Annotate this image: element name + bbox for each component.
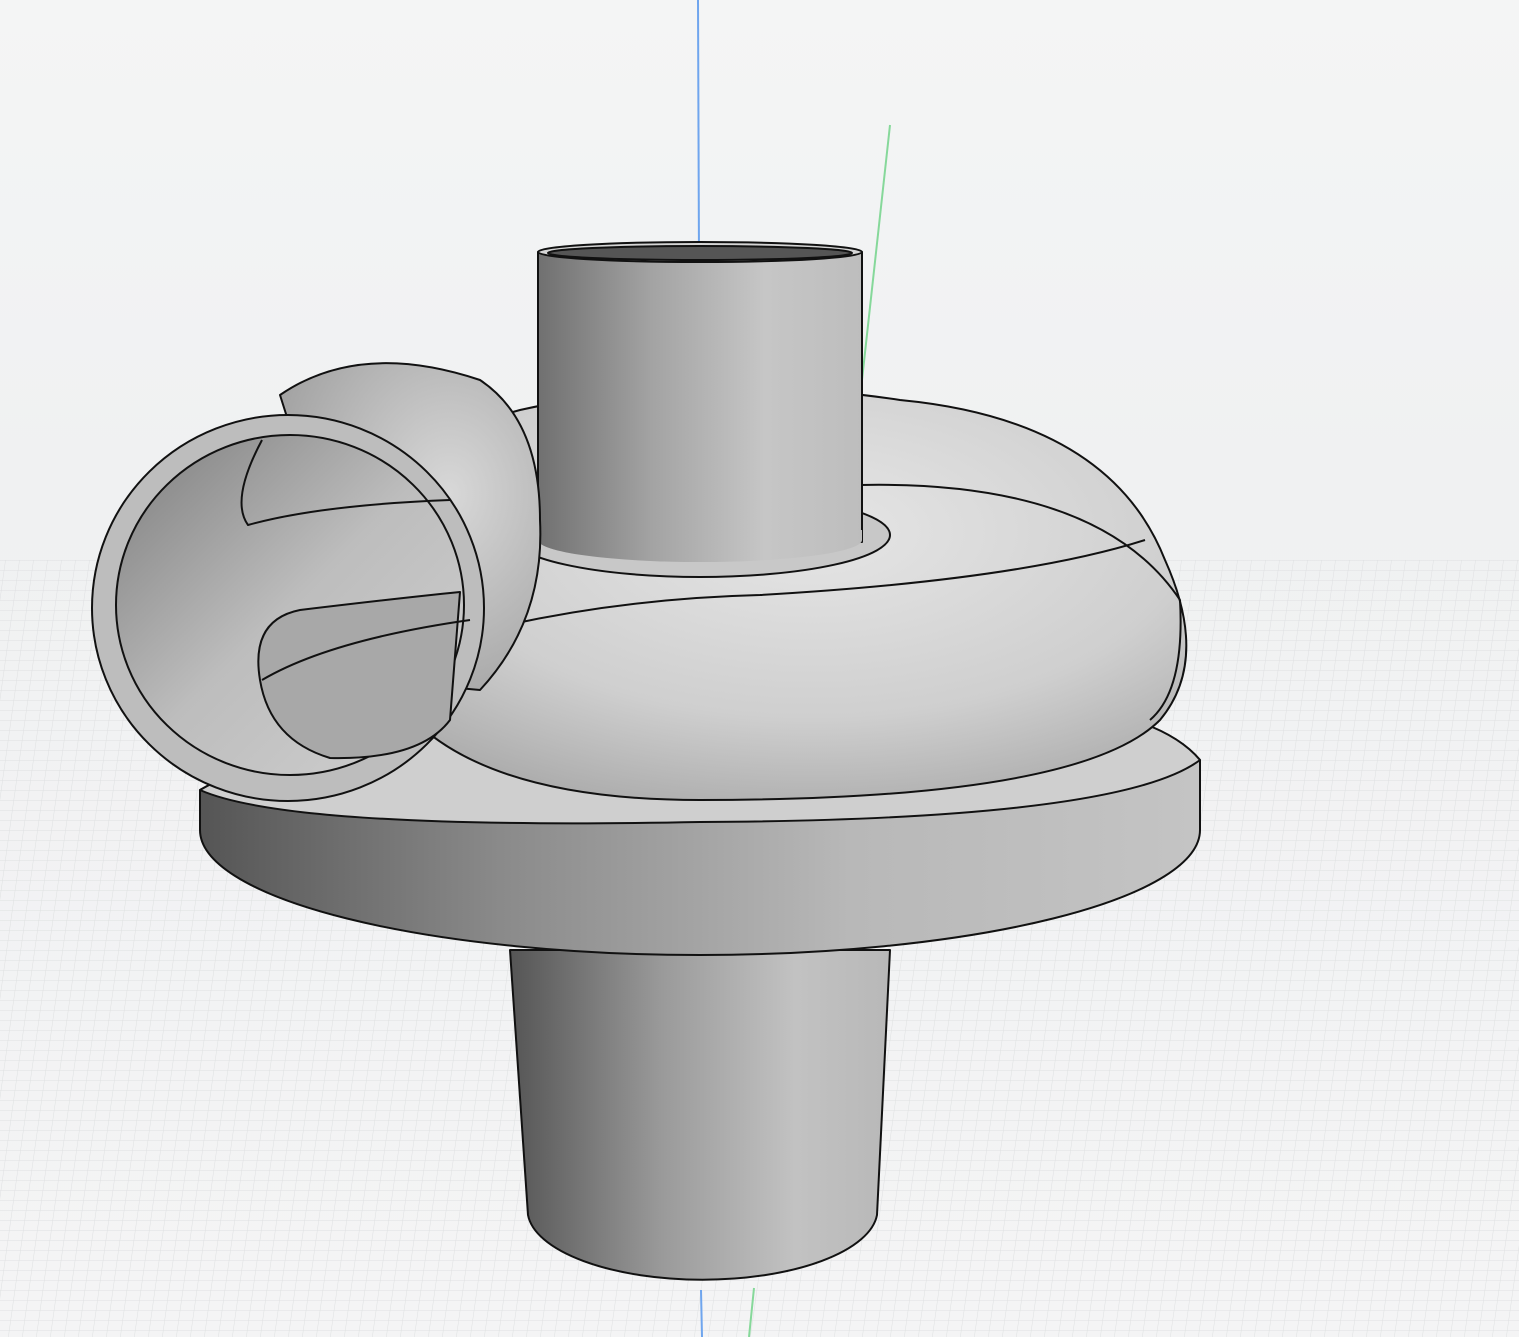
top-outlet-pipe[interactable] [537,251,863,543]
z-axis-line-lower [700,1289,703,1337]
top-outlet-bore [547,245,853,261]
z-axis-line [697,0,700,263]
bottom-inlet-cone[interactable] [509,949,891,1281]
impeller-passage [257,591,461,760]
viewport-canvas[interactable] [0,0,1519,1337]
cad-3d-viewport[interactable] [0,0,1519,1337]
